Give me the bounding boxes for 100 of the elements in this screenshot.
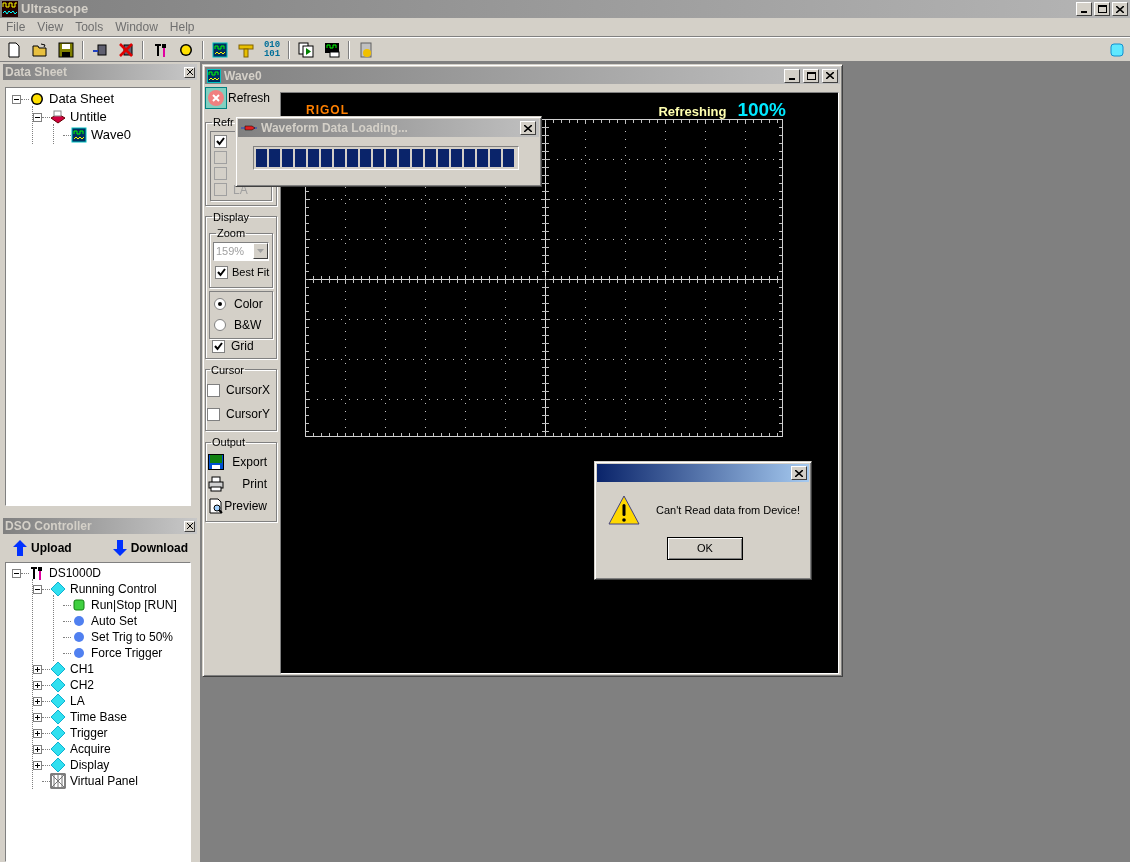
dropdown-arrow-icon [257, 249, 265, 253]
checkbox[interactable] [212, 339, 225, 353]
settings-icon [178, 41, 194, 58]
toolbar-button[interactable] [209, 39, 231, 60]
panel-title: Data Sheet [5, 64, 68, 81]
group-title: Display [212, 209, 251, 225]
dialog-title: Waveform Data Loading... [261, 120, 408, 137]
close-button[interactable] [1112, 2, 1128, 16]
tree-item[interactable]: Time Base [70, 708, 127, 726]
expand-toggle[interactable] [33, 696, 42, 706]
dot-icon [71, 629, 87, 645]
down-arrow-icon [111, 540, 128, 556]
expand-toggle[interactable] [33, 760, 42, 770]
expand-toggle[interactable] [12, 568, 21, 578]
group-title: Cursor [210, 362, 245, 378]
close-icon [826, 72, 834, 79]
tree-item[interactable]: Virtual Panel [70, 772, 138, 790]
dot-icon [71, 613, 87, 629]
minimize-button[interactable] [1076, 2, 1092, 16]
tree-item[interactable]: Running Control [70, 580, 157, 598]
minimize-button[interactable] [784, 68, 800, 83]
maximize-button[interactable] [1094, 2, 1110, 16]
toolbar-button[interactable]: Upload [12, 539, 72, 557]
output-button[interactable]: Export [208, 450, 268, 473]
combo-value: 159% [215, 243, 246, 259]
probe-icon [241, 124, 257, 132]
expand-toggle[interactable] [12, 94, 21, 104]
tree-item[interactable]: CH1 [70, 660, 94, 678]
tree-item[interactable]: Untitle [70, 107, 107, 127]
close-button[interactable] [791, 466, 807, 480]
maximize-icon [1097, 5, 1107, 13]
device-settings-icon [358, 41, 374, 58]
tree-item[interactable]: Wave0 [91, 125, 131, 145]
checkbox-label: CursorY [226, 406, 270, 423]
disconnect-icon [118, 41, 134, 58]
tree-item[interactable]: CH2 [70, 676, 94, 694]
expand-toggle[interactable] [33, 112, 42, 122]
diamond-icon [50, 581, 66, 597]
tree-item[interactable]: Data Sheet [49, 89, 115, 109]
toolbar-button[interactable] [295, 39, 317, 60]
checkbox[interactable] [207, 407, 220, 421]
toolbar-button[interactable] [55, 39, 77, 60]
tree-item[interactable]: Set Trig to 50% [91, 628, 174, 646]
copy-pages-icon [298, 41, 314, 58]
tree-item[interactable]: Trigger [70, 724, 108, 742]
diamond-icon [50, 677, 66, 693]
tree-item[interactable]: Display [70, 756, 110, 774]
app-title: Ultrascope [21, 0, 89, 19]
refresh-button[interactable]: Refresh [205, 87, 277, 109]
close-icon [524, 124, 532, 132]
waveform-icon [212, 41, 228, 58]
toolbar-button[interactable]: Download [111, 539, 188, 557]
tree-item[interactable]: LA [70, 692, 85, 710]
binary-data-button[interactable]: 010 101 [261, 39, 283, 60]
radio-label: Color [234, 296, 263, 313]
checkbox[interactable] [214, 135, 227, 148]
expand-toggle[interactable] [33, 680, 42, 690]
brand-label: RIGOL [306, 102, 349, 119]
waveform-icon [71, 127, 87, 143]
status-label: Refreshing [658, 103, 727, 121]
expand-toggle[interactable] [33, 744, 42, 754]
up-arrow-icon [12, 540, 28, 556]
save-icon [58, 41, 74, 58]
close-icon [1116, 5, 1124, 13]
new-file-icon [6, 41, 22, 58]
expand-toggle[interactable] [33, 712, 42, 722]
expand-toggle[interactable] [33, 664, 42, 674]
radio-button[interactable] [214, 319, 226, 331]
checkbox[interactable] [207, 383, 220, 397]
checkbox-label: CursorX [226, 382, 270, 399]
close-button[interactable] [520, 121, 536, 135]
expand-toggle[interactable] [33, 728, 42, 738]
app-logo-icon [2, 1, 18, 17]
maximize-icon [806, 71, 816, 80]
magnifier-page-icon [208, 497, 224, 514]
stop-icon [205, 87, 227, 109]
minimize-icon [789, 77, 795, 80]
floppy-icon [208, 453, 224, 470]
tree-item[interactable]: Run|Stop [RUN] [91, 596, 177, 614]
close-button[interactable] [822, 68, 838, 83]
radio-button[interactable] [214, 298, 226, 310]
expand-toggle[interactable] [33, 584, 42, 594]
close-button[interactable] [184, 66, 195, 78]
square-icon [71, 597, 87, 613]
printer-icon [208, 475, 224, 492]
dot-icon [71, 645, 87, 661]
radio-label: B&W [234, 317, 262, 334]
ruler-icon [238, 41, 254, 58]
output-button[interactable]: Print [208, 472, 268, 495]
tree-item[interactable]: DS1000D [49, 564, 102, 582]
maximize-button[interactable] [803, 68, 819, 83]
close-icon [795, 469, 803, 477]
tree-item[interactable]: Acquire [70, 740, 111, 758]
minimize-icon [1081, 11, 1087, 13]
close-button[interactable] [184, 520, 195, 532]
ok-button[interactable]: OK [667, 537, 743, 560]
tools-icon [29, 565, 45, 581]
tree-item[interactable]: Force Trigger [91, 644, 163, 662]
output-button[interactable]: Preview [208, 494, 268, 517]
tree-item[interactable]: Auto Set [91, 612, 138, 630]
